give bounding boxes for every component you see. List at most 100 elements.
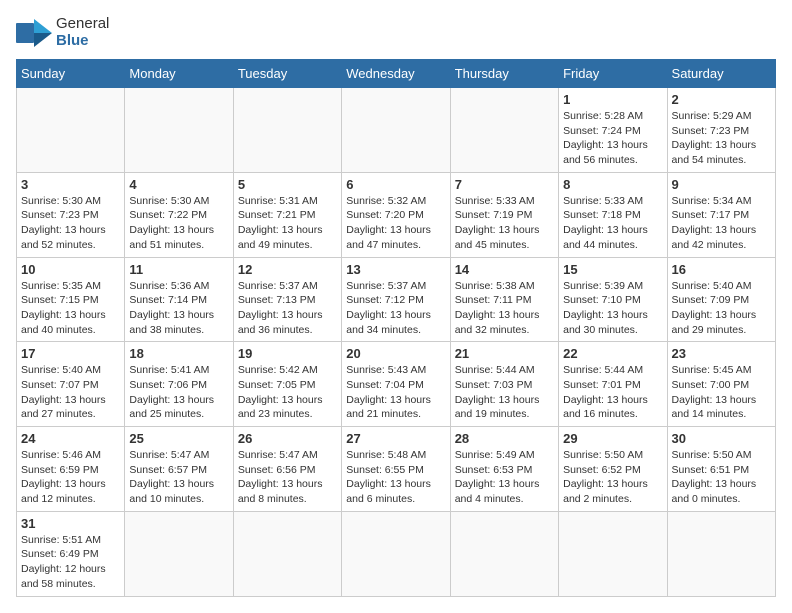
day-cell: 25Sunrise: 5:47 AM Sunset: 6:57 PM Dayli… xyxy=(125,427,233,512)
day-cell: 31 Sunrise: 5:51 AM Sunset: 6:49 PM Dayli… xyxy=(17,511,125,596)
weekday-header-friday: Friday xyxy=(559,60,667,88)
day-number: 23 xyxy=(672,346,771,361)
day-cell xyxy=(450,88,558,173)
day-cell xyxy=(559,511,667,596)
day-info: Sunrise: 5:28 AM Sunset: 7:24 PM Dayligh… xyxy=(563,109,662,168)
day-cell: 26Sunrise: 5:47 AM Sunset: 6:56 PM Dayli… xyxy=(233,427,341,512)
day-number: 27 xyxy=(346,431,445,446)
day-info: Sunrise: 5:46 AM Sunset: 6:59 PM Dayligh… xyxy=(21,448,120,507)
day-info: Sunrise: 5:48 AM Sunset: 6:55 PM Dayligh… xyxy=(346,448,445,507)
logo: General Blue xyxy=(16,16,109,49)
day-cell: 9Sunrise: 5:34 AM Sunset: 7:17 PM Daylig… xyxy=(667,172,775,257)
day-number: 4 xyxy=(129,177,228,192)
week-row-5: 24 Sunrise: 5:46 AM Sunset: 6:59 PM Dayli… xyxy=(17,427,776,512)
day-info: Sunrise: 5:50 AM Sunset: 6:51 PM Dayligh… xyxy=(672,448,771,507)
day-cell: 4 Sunrise: 5:30 AM Sunset: 7:22 PM Daylig… xyxy=(125,172,233,257)
day-info: Sunrise: 5:50 AM Sunset: 6:52 PM Dayligh… xyxy=(563,448,662,507)
day-info: Sunrise: 5:30 AM Sunset: 7:23 PM Dayligh… xyxy=(21,194,120,253)
day-number: 22 xyxy=(563,346,662,361)
day-cell: 2 Sunrise: 5:29 AM Sunset: 7:23 PM Daylig… xyxy=(667,88,775,173)
day-info: Sunrise: 5:31 AM Sunset: 7:21 PM Dayligh… xyxy=(238,194,337,253)
weekday-header-wednesday: Wednesday xyxy=(342,60,450,88)
day-cell xyxy=(233,88,341,173)
day-number: 14 xyxy=(455,262,554,277)
day-cell: 21 Sunrise: 5:44 AM Sunset: 7:03 PM Dayli… xyxy=(450,342,558,427)
day-number: 24 xyxy=(21,431,120,446)
day-number: 12 xyxy=(238,262,337,277)
day-cell: 27 Sunrise: 5:48 AM Sunset: 6:55 PM Dayli… xyxy=(342,427,450,512)
week-row-4: 17Sunrise: 5:40 AM Sunset: 7:07 PM Dayli… xyxy=(17,342,776,427)
day-number: 20 xyxy=(346,346,445,361)
day-number: 28 xyxy=(455,431,554,446)
day-cell: 13Sunrise: 5:37 AM Sunset: 7:12 PM Dayli… xyxy=(342,257,450,342)
day-info: Sunrise: 5:33 AM Sunset: 7:19 PM Dayligh… xyxy=(455,194,554,253)
weekday-header-tuesday: Tuesday xyxy=(233,60,341,88)
day-cell xyxy=(125,511,233,596)
week-row-3: 10 Sunrise: 5:35 AM Sunset: 7:15 PM Dayli… xyxy=(17,257,776,342)
day-cell: 30 Sunrise: 5:50 AM Sunset: 6:51 PM Dayli… xyxy=(667,427,775,512)
week-row-6: 31 Sunrise: 5:51 AM Sunset: 6:49 PM Dayli… xyxy=(17,511,776,596)
day-cell: 16Sunrise: 5:40 AM Sunset: 7:09 PM Dayli… xyxy=(667,257,775,342)
header-row: SundayMondayTuesdayWednesdayThursdayFrid… xyxy=(17,60,776,88)
day-cell: 22 Sunrise: 5:44 AM Sunset: 7:01 PM Dayli… xyxy=(559,342,667,427)
day-number: 7 xyxy=(455,177,554,192)
day-cell xyxy=(450,511,558,596)
day-info: Sunrise: 5:32 AM Sunset: 7:20 PM Dayligh… xyxy=(346,194,445,253)
day-info: Sunrise: 5:29 AM Sunset: 7:23 PM Dayligh… xyxy=(672,109,771,168)
day-cell: 24 Sunrise: 5:46 AM Sunset: 6:59 PM Dayli… xyxy=(17,427,125,512)
day-info: Sunrise: 5:43 AM Sunset: 7:04 PM Dayligh… xyxy=(346,363,445,422)
day-number: 25 xyxy=(129,431,228,446)
day-cell: 12 Sunrise: 5:37 AM Sunset: 7:13 PM Dayli… xyxy=(233,257,341,342)
day-number: 19 xyxy=(238,346,337,361)
calendar-header: SundayMondayTuesdayWednesdayThursdayFrid… xyxy=(17,60,776,88)
day-info: Sunrise: 5:34 AM Sunset: 7:17 PM Dayligh… xyxy=(672,194,771,253)
day-cell: 19 Sunrise: 5:42 AM Sunset: 7:05 PM Dayli… xyxy=(233,342,341,427)
day-cell: 3 Sunrise: 5:30 AM Sunset: 7:23 PM Daylig… xyxy=(17,172,125,257)
day-number: 2 xyxy=(672,92,771,107)
day-number: 13 xyxy=(346,262,445,277)
weekday-header-monday: Monday xyxy=(125,60,233,88)
day-number: 5 xyxy=(238,177,337,192)
day-info: Sunrise: 5:51 AM Sunset: 6:49 PM Dayligh… xyxy=(21,533,120,592)
day-info: Sunrise: 5:42 AM Sunset: 7:05 PM Dayligh… xyxy=(238,363,337,422)
day-cell: 18Sunrise: 5:41 AM Sunset: 7:06 PM Dayli… xyxy=(125,342,233,427)
logo-icon xyxy=(16,19,52,47)
day-cell: 28Sunrise: 5:49 AM Sunset: 6:53 PM Dayli… xyxy=(450,427,558,512)
day-cell: 20 Sunrise: 5:43 AM Sunset: 7:04 PM Dayli… xyxy=(342,342,450,427)
day-cell: 23Sunrise: 5:45 AM Sunset: 7:00 PM Dayli… xyxy=(667,342,775,427)
week-row-2: 3 Sunrise: 5:30 AM Sunset: 7:23 PM Daylig… xyxy=(17,172,776,257)
day-info: Sunrise: 5:30 AM Sunset: 7:22 PM Dayligh… xyxy=(129,194,228,253)
weekday-header-thursday: Thursday xyxy=(450,60,558,88)
weekday-header-sunday: Sunday xyxy=(17,60,125,88)
day-cell xyxy=(233,511,341,596)
day-number: 30 xyxy=(672,431,771,446)
day-cell: 14 Sunrise: 5:38 AM Sunset: 7:11 PM Dayli… xyxy=(450,257,558,342)
weekday-header-saturday: Saturday xyxy=(667,60,775,88)
day-info: Sunrise: 5:47 AM Sunset: 6:56 PM Dayligh… xyxy=(238,448,337,507)
day-number: 11 xyxy=(129,262,228,277)
day-info: Sunrise: 5:40 AM Sunset: 7:07 PM Dayligh… xyxy=(21,363,120,422)
day-info: Sunrise: 5:33 AM Sunset: 7:18 PM Dayligh… xyxy=(563,194,662,253)
day-number: 3 xyxy=(21,177,120,192)
day-number: 1 xyxy=(563,92,662,107)
page-header: General Blue xyxy=(16,16,776,49)
day-info: Sunrise: 5:37 AM Sunset: 7:13 PM Dayligh… xyxy=(238,279,337,338)
day-number: 21 xyxy=(455,346,554,361)
day-info: Sunrise: 5:44 AM Sunset: 7:01 PM Dayligh… xyxy=(563,363,662,422)
day-cell: 10 Sunrise: 5:35 AM Sunset: 7:15 PM Dayli… xyxy=(17,257,125,342)
day-cell: 11 Sunrise: 5:36 AM Sunset: 7:14 PM Dayli… xyxy=(125,257,233,342)
week-row-1: 1 Sunrise: 5:28 AM Sunset: 7:24 PM Daylig… xyxy=(17,88,776,173)
day-cell: 8Sunrise: 5:33 AM Sunset: 7:18 PM Daylig… xyxy=(559,172,667,257)
calendar-body: 1 Sunrise: 5:28 AM Sunset: 7:24 PM Daylig… xyxy=(17,88,776,597)
day-number: 31 xyxy=(21,516,120,531)
day-info: Sunrise: 5:44 AM Sunset: 7:03 PM Dayligh… xyxy=(455,363,554,422)
day-info: Sunrise: 5:35 AM Sunset: 7:15 PM Dayligh… xyxy=(21,279,120,338)
day-cell xyxy=(342,88,450,173)
day-number: 29 xyxy=(563,431,662,446)
day-cell: 29 Sunrise: 5:50 AM Sunset: 6:52 PM Dayli… xyxy=(559,427,667,512)
day-info: Sunrise: 5:41 AM Sunset: 7:06 PM Dayligh… xyxy=(129,363,228,422)
day-info: Sunrise: 5:36 AM Sunset: 7:14 PM Dayligh… xyxy=(129,279,228,338)
day-number: 10 xyxy=(21,262,120,277)
day-cell: 15Sunrise: 5:39 AM Sunset: 7:10 PM Dayli… xyxy=(559,257,667,342)
day-info: Sunrise: 5:38 AM Sunset: 7:11 PM Dayligh… xyxy=(455,279,554,338)
